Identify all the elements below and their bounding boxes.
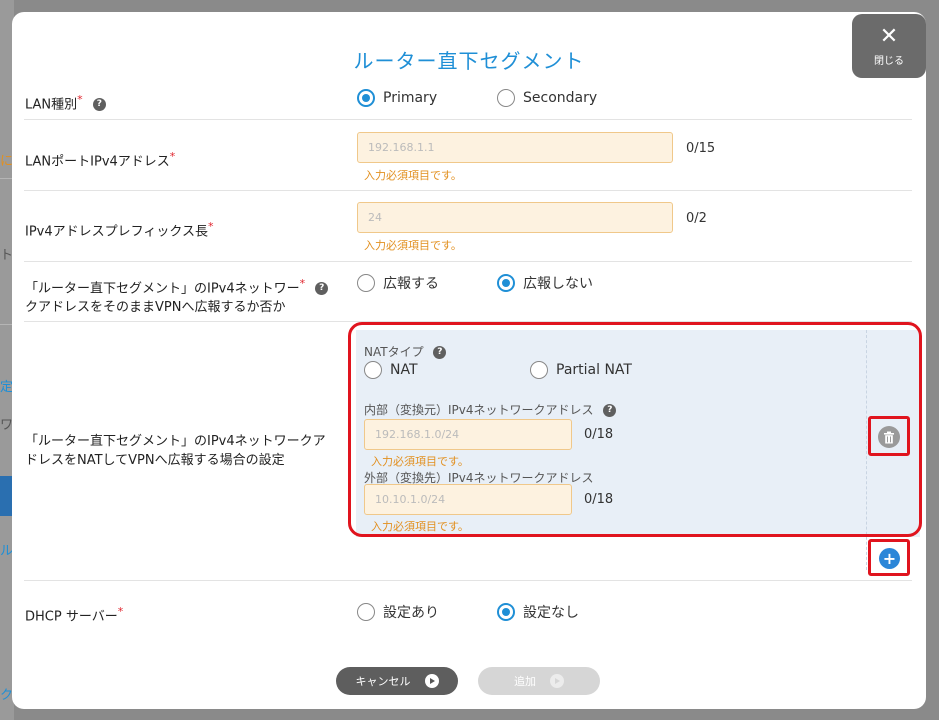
advertise-yes-radio[interactable]: 広報する [357,273,439,293]
add-button[interactable]: 追加 [478,667,600,695]
radio-icon [497,89,515,107]
background-divider [0,324,12,325]
dhcp-enabled-radio[interactable]: 設定あり [357,602,439,622]
background-bar [0,476,12,516]
dhcp-label: DHCP サーバー* [25,605,124,625]
help-icon[interactable]: ? [92,98,106,112]
lan-type-secondary-radio[interactable]: Secondary [497,89,597,107]
lan-port-ipv4-label: LANポートIPv4アドレス* [25,150,176,170]
lan-port-ipv4-counter: 0/15 [686,141,716,156]
nat-settings-label: 「ルーター直下セグメント」のIPv4ネットワークア ドレスをNATしてVPNへ広… [25,434,326,468]
advertise-label: 「ルーター直下セグメント」のIPv4ネットワー* ? クアドレスをそのままVPN… [25,274,355,317]
play-icon [550,674,564,688]
radio-icon [357,603,375,621]
close-icon: ✕ [879,24,899,49]
dhcp-disabled-radio[interactable]: 設定なし [497,602,579,622]
advertise-no-radio[interactable]: 広報しない [497,273,593,293]
radio-icon [357,274,375,292]
close-label: 閉じる [874,56,904,67]
close-button[interactable]: ✕ 閉じる [852,14,926,78]
modal-title: ルーター直下セグメント [353,49,585,73]
prefix-length-counter: 0/2 [686,211,707,226]
row-divider [24,119,912,120]
lan-type-primary-radio[interactable]: Primary [357,89,437,107]
prefix-length-error: 入力必須項目です。 [364,239,462,252]
segment-modal: ルーター直下セグメント ✕ 閉じる LAN種別* ? Primary Secon… [12,12,926,709]
lan-port-ipv4-input[interactable]: 192.168.1.1 [357,132,673,163]
background-divider [0,178,12,179]
cancel-button[interactable]: キャンセル [336,667,458,695]
highlight-frame [348,322,922,537]
radio-selected-icon [497,274,515,292]
help-icon[interactable]: ? [315,282,329,296]
row-divider [24,580,912,581]
radio-selected-icon [357,89,375,107]
lan-port-ipv4-error: 入力必須項目です。 [364,169,462,182]
highlight-box-add [868,539,910,576]
play-icon [424,674,439,688]
radio-selected-icon [497,603,515,621]
row-divider [24,190,912,191]
row-divider [24,261,912,262]
prefix-length-input[interactable]: 24 [357,202,673,233]
prefix-length-label: IPv4アドレスプレフィックス長* [25,220,214,240]
lan-type-label: LAN種別* ? [25,90,106,114]
highlight-box-delete [868,416,910,456]
